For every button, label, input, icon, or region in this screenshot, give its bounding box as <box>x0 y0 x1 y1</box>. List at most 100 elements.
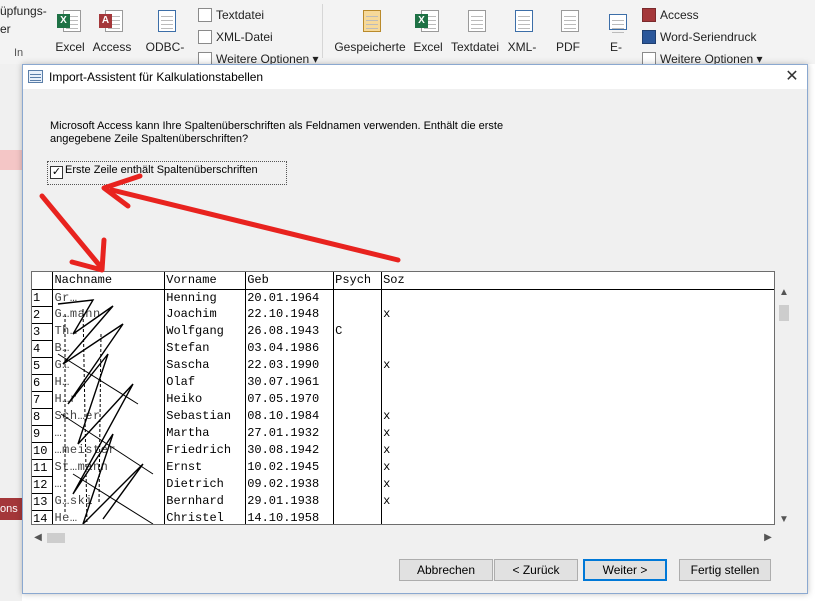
column-header-vorname[interactable]: Vorname <box>164 272 247 290</box>
table-row[interactable]: 5 G… Sascha 22.03.1990 x <box>32 356 774 375</box>
table-row[interactable]: 4 B… Stefan 03.04.1986 <box>32 339 774 358</box>
row-number: 8 <box>32 407 54 426</box>
scroll-left-icon[interactable]: ◀ <box>31 532 45 543</box>
email-icon <box>603 8 629 36</box>
row-number: 11 <box>32 458 54 477</box>
export-word-merge-button[interactable]: Word-Seriendruck <box>642 28 756 46</box>
row-number: 12 <box>32 475 54 494</box>
scroll-down-icon[interactable]: ▼ <box>775 514 793 525</box>
column-header-psych[interactable]: Psych <box>333 272 383 290</box>
table-row[interactable]: 13 G…ski Bernhard 29.01.1938 x <box>32 492 774 511</box>
vertical-scrollbar[interactable]: ▲ ▼ <box>775 287 793 525</box>
import-xml-button[interactable]: XML-Datei <box>198 28 273 46</box>
cell-geb: 08.10.1984 <box>245 408 335 425</box>
cell-nachname: … <box>52 476 166 493</box>
export-access-button[interactable]: Access <box>642 6 699 24</box>
table-row[interactable]: 6 H… Olaf 30.07.1961 <box>32 373 774 392</box>
table-row[interactable]: 8 Sch…er Sebastian 08.10.1984 x <box>32 407 774 426</box>
cell-vorname: Martha <box>164 425 247 442</box>
cell-geb: 14.10.1958 <box>245 510 335 524</box>
cell-geb: 03.04.1986 <box>245 340 335 357</box>
export-email-label: E- <box>610 40 622 54</box>
cell-nachname: St…mann <box>52 459 166 476</box>
import-textfile-button[interactable]: Textdatei <box>198 6 264 24</box>
export-textfile-button[interactable]: Textdatei <box>450 8 500 54</box>
close-button[interactable]: ✕ <box>777 65 807 89</box>
cell-psych <box>333 459 383 476</box>
cell-psych <box>333 357 383 374</box>
cell-psych <box>333 425 383 442</box>
table-row[interactable]: 12… Dietrich 09.02.1938 x <box>32 475 774 494</box>
table-row[interactable]: 14 He… Christel 14.10.1958 <box>32 509 774 524</box>
cell-nachname: Gr… <box>52 289 166 306</box>
cell-geb: 20.01.1964 <box>245 289 335 306</box>
column-header-nachname[interactable]: Nachname <box>52 272 166 290</box>
cell-geb: 27.01.1932 <box>245 425 335 442</box>
pdf-icon <box>555 8 581 36</box>
export-xml-button[interactable]: XML- <box>502 8 542 54</box>
cell-vorname: Olaf <box>164 374 247 391</box>
ribbon-left-label-bottom: er <box>0 22 11 36</box>
xml-file-icon <box>198 30 212 44</box>
row-number: 13 <box>32 492 54 511</box>
back-button[interactable]: < Zurück <box>494 559 578 581</box>
import-excel-button[interactable]: X Excel <box>50 8 90 54</box>
table-row[interactable]: 11 St…mann Ernst 10.02.1945 x <box>32 458 774 477</box>
column-header-soz[interactable]: Soz <box>381 272 774 290</box>
header-row-checkbox-group[interactable]: ✓ Erste Zeile enthält Spaltenüberschrift… <box>47 161 287 185</box>
horizontal-scroll-thumb[interactable] <box>47 533 65 543</box>
cell-soz <box>382 289 774 306</box>
import-textfile-label: Textdatei <box>216 8 265 22</box>
export-pdf-button[interactable]: PDF <box>548 8 588 54</box>
cell-vorname: Henning <box>164 289 247 306</box>
cell-nachname: Sch…er <box>52 408 166 425</box>
dialog-titlebar: Import-Assistent für Kalkulationstabelle… <box>23 65 807 89</box>
cell-soz: x <box>383 426 391 440</box>
cell-soz: x <box>383 307 391 321</box>
cell-psych <box>333 493 383 510</box>
column-header-geb[interactable]: Geb <box>245 272 335 290</box>
cell-geb: 09.02.1938 <box>245 476 335 493</box>
cancel-button[interactable]: Abbrechen <box>399 559 493 581</box>
table-row[interactable]: 2 G…mann Joachim 22.10.1948 x <box>32 305 774 324</box>
table-row[interactable]: 10 …meister Friedrich 30.08.1942 x <box>32 441 774 460</box>
table-row[interactable]: 7 H…r Heiko 07.05.1970 <box>32 390 774 409</box>
background-selected-item <box>0 150 22 170</box>
ribbon-left-label: er <box>0 20 11 38</box>
import-access-button[interactable]: A Access <box>90 8 134 54</box>
cell-vorname: Ernst <box>164 459 247 476</box>
saved-exports-icon <box>357 8 383 36</box>
import-odbc-button[interactable]: ODBC- <box>140 8 190 54</box>
ribbon-left-group-label: In <box>14 44 23 62</box>
cell-soz <box>382 391 774 408</box>
export-excel-button[interactable]: X Excel <box>408 8 448 54</box>
excel-icon: X <box>57 8 83 36</box>
scroll-up-icon[interactable]: ▲ <box>775 287 793 298</box>
cell-vorname: Wolfgang <box>164 323 247 340</box>
header-row-checkbox-label[interactable]: Erste Zeile enthält Spaltenüberschriften <box>65 164 258 176</box>
table-row[interactable]: 3 Th… Wolfgang 26.08.1943 C <box>32 322 774 341</box>
horizontal-scrollbar[interactable]: ◀ ▶ <box>31 529 775 547</box>
cell-vorname: Christel <box>164 510 247 524</box>
cell-geb: 30.08.1942 <box>245 442 335 459</box>
next-button[interactable]: Weiter > <box>583 559 667 581</box>
finish-button[interactable]: Fertig stellen <box>679 559 771 581</box>
table-row[interactable]: 9… Martha 27.01.1932 x <box>32 424 774 443</box>
cell-geb: 07.05.1970 <box>245 391 335 408</box>
vertical-scroll-thumb[interactable] <box>779 305 789 321</box>
export-saved-button[interactable]: Gespeicherte <box>334 8 406 54</box>
table-row[interactable]: 1 Gr… Henning 20.01.1964 <box>32 288 774 307</box>
ribbon-group-separator <box>322 4 323 58</box>
header-row-checkbox[interactable]: ✓ <box>50 166 63 179</box>
export-email-button[interactable]: E- <box>596 8 636 54</box>
scroll-right-icon[interactable]: ▶ <box>761 532 775 543</box>
cell-geb: 26.08.1943 <box>245 323 335 340</box>
cell-soz: x <box>383 494 391 508</box>
cell-nachname: G… <box>52 357 166 374</box>
import-wizard-dialog: Import-Assistent für Kalkulationstabelle… <box>22 64 808 594</box>
ribbon-left-label-top: üpfungs- <box>0 4 47 18</box>
row-number: 3 <box>32 322 54 341</box>
cell-vorname: Bernhard <box>164 493 247 510</box>
data-preview-grid[interactable]: Nachname Vorname Geb Psych Soz 1 Gr… Henni… <box>31 271 775 525</box>
cell-psych <box>333 289 383 306</box>
